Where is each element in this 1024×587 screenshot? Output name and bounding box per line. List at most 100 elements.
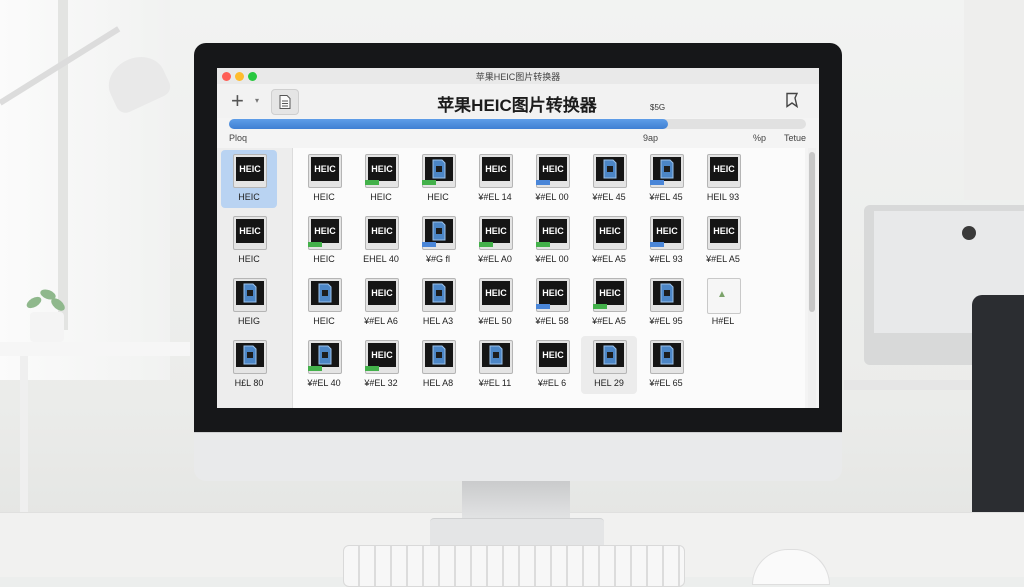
- heic-file-thumbnail: [422, 216, 456, 250]
- heic-file-thumbnail: HEIC: [536, 154, 570, 188]
- side-desk: [0, 342, 190, 356]
- image-file-icon: [489, 345, 503, 365]
- status-stripe: [365, 180, 379, 185]
- thumbnail-screen: [311, 343, 339, 367]
- file-name-label: HEL A3: [422, 316, 454, 326]
- file-item[interactable]: HEIC HEIC: [353, 150, 409, 208]
- shelf: [964, 0, 1024, 200]
- column-header[interactable]: Ploq: [229, 133, 247, 143]
- thumbnail-label: HEIC: [371, 288, 393, 298]
- file-item[interactable]: HEL 29: [581, 336, 637, 394]
- thumbnail-screen: HEIC: [482, 281, 510, 305]
- thumbnail-screen: HEIC: [311, 219, 339, 243]
- plant-pot: [30, 312, 64, 342]
- heic-file-thumbnail: HEIC: [707, 154, 741, 188]
- thumbnail-screen: [425, 343, 453, 367]
- thumbnail-frame: HEIC: [365, 278, 399, 312]
- file-item[interactable]: HEIC HEIL 93: [695, 150, 751, 208]
- thumbnail-screen: HEIC: [482, 219, 510, 243]
- file-name-label: ¥#EL A0: [478, 254, 512, 264]
- file-item[interactable]: HEIC ¥#EL A0: [467, 212, 523, 270]
- file-item[interactable]: HEIC ¥#EL 58: [524, 274, 580, 332]
- thumbnail-label: HEIC: [371, 226, 393, 236]
- add-files-button[interactable]: +: [231, 90, 244, 112]
- status-stripe: [422, 180, 436, 185]
- column-header[interactable]: %p: [753, 133, 766, 143]
- file-item[interactable]: ¥#EL 11: [467, 336, 523, 394]
- column-header[interactable]: Tetue: [784, 133, 806, 143]
- conversion-progress-bar: [229, 119, 806, 129]
- thumbnail-frame: HEIC: [479, 278, 513, 312]
- heic-file-thumbnail: [422, 278, 456, 312]
- file-item[interactable]: HEIC ¥#EL 6: [524, 336, 580, 394]
- status-stripe: [536, 242, 550, 247]
- chevron-down-icon[interactable]: ▾: [255, 96, 259, 105]
- file-item[interactable]: HEIC ¥#EL 00: [524, 150, 580, 208]
- file-item[interactable]: HEIC HEIC: [296, 150, 352, 208]
- background-monitor-camera: [962, 226, 976, 240]
- file-item[interactable]: HEIC: [410, 150, 466, 208]
- image-glyph-icon: ▲: [717, 289, 727, 300]
- bookmark-button[interactable]: [785, 92, 799, 113]
- file-item[interactable]: ¥#G fl: [410, 212, 466, 270]
- heic-file-thumbnail: HEIC: [650, 216, 684, 250]
- file-item[interactable]: ▲ H#EL: [695, 274, 751, 332]
- file-item[interactable]: HEIC HEIC: [296, 212, 352, 270]
- thumbnail-screen: HEIC: [368, 281, 396, 305]
- thumbnail-screen: HEIC: [368, 219, 396, 243]
- scrollbar-thumb[interactable]: [809, 152, 815, 312]
- heic-file-thumbnail: [422, 340, 456, 374]
- thumbnail-label: HEIC: [542, 350, 564, 360]
- app-window: 苹果HEIC图片转换器 + ▾ 苹果HEIC图片转换器 $5G Ploq 9ap…: [217, 68, 819, 408]
- file-item[interactable]: H£L 80: [221, 336, 277, 394]
- thumbnail-frame: HEIC: [707, 154, 741, 188]
- document-button[interactable]: [271, 89, 299, 115]
- thumbnail-screen: HEIC: [539, 219, 567, 243]
- file-item[interactable]: HEIC ¥#EL 50: [467, 274, 523, 332]
- file-item[interactable]: HEIC ¥#EL 00: [524, 212, 580, 270]
- file-name-label: HEIC: [427, 192, 449, 202]
- window-frame: [58, 0, 68, 330]
- file-item[interactable]: HEIC ¥#EL 93: [638, 212, 694, 270]
- title-bar[interactable]: 苹果HEIC图片转换器: [217, 68, 819, 84]
- file-item[interactable]: HEIC ¥#EL A6: [353, 274, 409, 332]
- file-item[interactable]: ¥#EL 40: [296, 336, 352, 394]
- progress-fill: [229, 119, 668, 129]
- file-item[interactable]: HEL A8: [410, 336, 466, 394]
- thumbnail-label: HEIC: [371, 164, 393, 174]
- thumbnail-screen: [596, 157, 624, 181]
- thumbnail-frame: [308, 278, 342, 312]
- file-item[interactable]: HEIC ¥#EL A5: [581, 212, 637, 270]
- file-name-label: ¥#EL A5: [592, 254, 626, 264]
- thumbnail-label: HEIC: [485, 288, 507, 298]
- file-name-label: ¥#EL 65: [649, 378, 683, 388]
- thumbnail-screen: HEIC: [539, 281, 567, 305]
- file-item[interactable]: HEIC ¥#EL 32: [353, 336, 409, 394]
- column-header[interactable]: 9ap: [643, 133, 658, 143]
- thumbnail-frame: [593, 154, 627, 188]
- file-item[interactable]: HEIC HEIC: [221, 212, 277, 270]
- file-item[interactable]: HEIC EHEL 40: [353, 212, 409, 270]
- thumbnail-screen: HEIC: [482, 157, 510, 181]
- thumbnail-label: HEIC: [542, 164, 564, 174]
- file-item[interactable]: ¥#EL 45: [638, 150, 694, 208]
- status-stripe: [536, 180, 550, 185]
- file-item[interactable]: HEL A3: [410, 274, 466, 332]
- file-item[interactable]: HEIC: [296, 274, 352, 332]
- thumbnail-label: HEIC: [599, 288, 621, 298]
- file-item[interactable]: HEIC HEIC: [221, 150, 277, 208]
- scrollbar[interactable]: [808, 148, 816, 408]
- heic-file-thumbnail: [650, 154, 684, 188]
- thumbnail-label: HEIC: [485, 164, 507, 174]
- file-item[interactable]: ¥#EL 45: [581, 150, 637, 208]
- thumbnail-label: HEIC: [599, 226, 621, 236]
- file-item[interactable]: HEIG: [221, 274, 277, 332]
- file-item[interactable]: HEIC ¥#EL 14: [467, 150, 523, 208]
- thumbnail-screen: [482, 343, 510, 367]
- file-item[interactable]: ¥#EL 95: [638, 274, 694, 332]
- file-item[interactable]: ¥#EL 65: [638, 336, 694, 394]
- file-item[interactable]: HEIC ¥#EL A5: [695, 212, 751, 270]
- heic-file-thumbnail: HEIC: [365, 216, 399, 250]
- thumbnail-screen: [653, 281, 681, 305]
- file-item[interactable]: HEIC ¥#EL A5: [581, 274, 637, 332]
